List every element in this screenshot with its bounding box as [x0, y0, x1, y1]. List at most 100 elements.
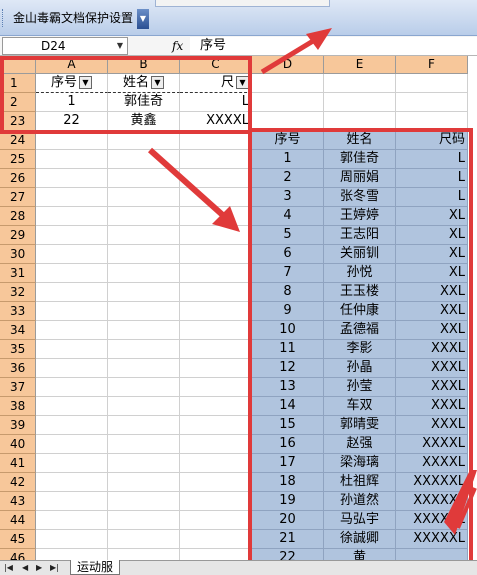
table-cell[interactable] — [108, 416, 180, 435]
toolbar-chevron-icon[interactable]: ▼ — [137, 9, 149, 29]
chevron-down-icon[interactable]: ▼ — [117, 38, 123, 54]
table-cell[interactable] — [108, 397, 180, 416]
table-cell[interactable]: XXXL — [396, 340, 468, 359]
table-cell[interactable] — [180, 131, 252, 150]
row-header[interactable]: 27 — [0, 188, 36, 207]
table-cell[interactable]: 黄 — [324, 549, 396, 560]
table-cell[interactable] — [36, 207, 108, 226]
toolbar-grip[interactable] — [2, 9, 5, 27]
table-cell[interactable]: 郭佳奇 — [108, 93, 180, 112]
table-cell[interactable] — [36, 416, 108, 435]
table-cell[interactable]: XXXL — [396, 378, 468, 397]
table-cell[interactable]: L — [396, 150, 468, 169]
table-cell[interactable]: 王婷婷 — [324, 207, 396, 226]
fx-icon[interactable]: fx — [172, 37, 183, 55]
table-cell[interactable] — [108, 511, 180, 530]
row-header[interactable]: 43 — [0, 492, 36, 511]
row-header[interactable]: 26 — [0, 169, 36, 188]
column-header[interactable]: E — [324, 56, 396, 74]
row-header[interactable]: 40 — [0, 435, 36, 454]
table-cell[interactable]: 孙晶 — [324, 359, 396, 378]
table-cell[interactable] — [108, 321, 180, 340]
table-cell[interactable]: XXL — [396, 321, 468, 340]
table-cell[interactable] — [36, 473, 108, 492]
table-cell[interactable] — [36, 359, 108, 378]
table-cell[interactable] — [396, 93, 468, 112]
table-cell[interactable] — [180, 264, 252, 283]
row-header[interactable]: 28 — [0, 207, 36, 226]
table-cell[interactable] — [108, 302, 180, 321]
row-header[interactable]: 23 — [0, 112, 36, 131]
next-sheet-icon[interactable]: ▶ — [36, 562, 42, 574]
table-cell[interactable] — [36, 492, 108, 511]
table-cell[interactable] — [108, 530, 180, 549]
table-cell[interactable]: XXXXXL — [396, 511, 468, 530]
table-cell[interactable] — [108, 150, 180, 169]
prev-sheet-icon[interactable]: ◀ — [22, 562, 28, 574]
select-all-corner[interactable] — [0, 56, 36, 74]
row-header[interactable]: 33 — [0, 302, 36, 321]
first-sheet-icon[interactable]: |◀ — [4, 562, 13, 574]
table-cell[interactable]: 22 — [36, 112, 108, 131]
table-cell[interactable]: XXXL — [396, 397, 468, 416]
table-cell[interactable] — [180, 378, 252, 397]
table-cell[interactable]: 孙道然 — [324, 492, 396, 511]
table-cell[interactable]: 16 — [252, 435, 324, 454]
table-cell[interactable]: 11 — [252, 340, 324, 359]
table-cell[interactable]: 2 — [252, 169, 324, 188]
table-cell[interactable]: 1 — [36, 93, 108, 112]
table-cell[interactable] — [180, 226, 252, 245]
formula-input[interactable]: 序号 — [190, 37, 477, 55]
row-header[interactable]: 34 — [0, 321, 36, 340]
table-cell[interactable] — [324, 93, 396, 112]
row-header[interactable]: 37 — [0, 378, 36, 397]
table-cell[interactable]: 序号 ▼ — [36, 74, 108, 93]
table-cell[interactable]: 22 — [252, 549, 324, 560]
table-cell[interactable] — [108, 549, 180, 560]
table-cell[interactable] — [36, 302, 108, 321]
table-cell[interactable]: XXXXL — [180, 112, 252, 131]
table-cell[interactable] — [108, 378, 180, 397]
table-cell[interactable] — [180, 549, 252, 560]
table-cell[interactable] — [396, 74, 468, 93]
table-cell[interactable] — [180, 302, 252, 321]
name-box[interactable]: D24 ▼ — [2, 37, 128, 55]
table-cell[interactable] — [36, 397, 108, 416]
table-cell[interactable]: XL — [396, 264, 468, 283]
table-cell[interactable]: 梁海璃 — [324, 454, 396, 473]
table-cell[interactable] — [396, 549, 468, 560]
row-header[interactable]: 46 — [0, 549, 36, 560]
table-cell[interactable] — [36, 131, 108, 150]
table-cell[interactable] — [108, 207, 180, 226]
last-sheet-icon[interactable]: ▶| — [50, 562, 59, 574]
table-cell[interactable]: 15 — [252, 416, 324, 435]
table-cell[interactable] — [36, 150, 108, 169]
table-cell[interactable]: 郭晴雯 — [324, 416, 396, 435]
table-cell[interactable]: 王志阳 — [324, 226, 396, 245]
row-header[interactable]: 35 — [0, 340, 36, 359]
table-cell[interactable] — [108, 131, 180, 150]
table-cell[interactable] — [36, 454, 108, 473]
table-cell[interactable] — [108, 473, 180, 492]
row-header[interactable]: 25 — [0, 150, 36, 169]
table-cell[interactable]: 黄鑫 — [108, 112, 180, 131]
table-cell[interactable] — [36, 549, 108, 560]
table-cell[interactable]: 尺码 — [396, 131, 468, 150]
table-cell[interactable]: XXXL — [396, 416, 468, 435]
table-cell[interactable]: 3 — [252, 188, 324, 207]
table-cell[interactable]: L — [180, 93, 252, 112]
table-cell[interactable]: 马弘宇 — [324, 511, 396, 530]
sheet-tab-active[interactable]: 运动服 — [70, 560, 121, 575]
table-cell[interactable] — [180, 492, 252, 511]
table-cell[interactable] — [36, 283, 108, 302]
table-cell[interactable] — [108, 283, 180, 302]
table-cell[interactable] — [180, 340, 252, 359]
table-cell[interactable] — [36, 530, 108, 549]
table-cell[interactable]: XL — [396, 226, 468, 245]
table-cell[interactable]: 任仲康 — [324, 302, 396, 321]
table-cell[interactable] — [180, 207, 252, 226]
table-cell[interactable] — [180, 359, 252, 378]
table-cell[interactable] — [36, 340, 108, 359]
table-cell[interactable]: XL — [396, 207, 468, 226]
table-cell[interactable] — [180, 321, 252, 340]
